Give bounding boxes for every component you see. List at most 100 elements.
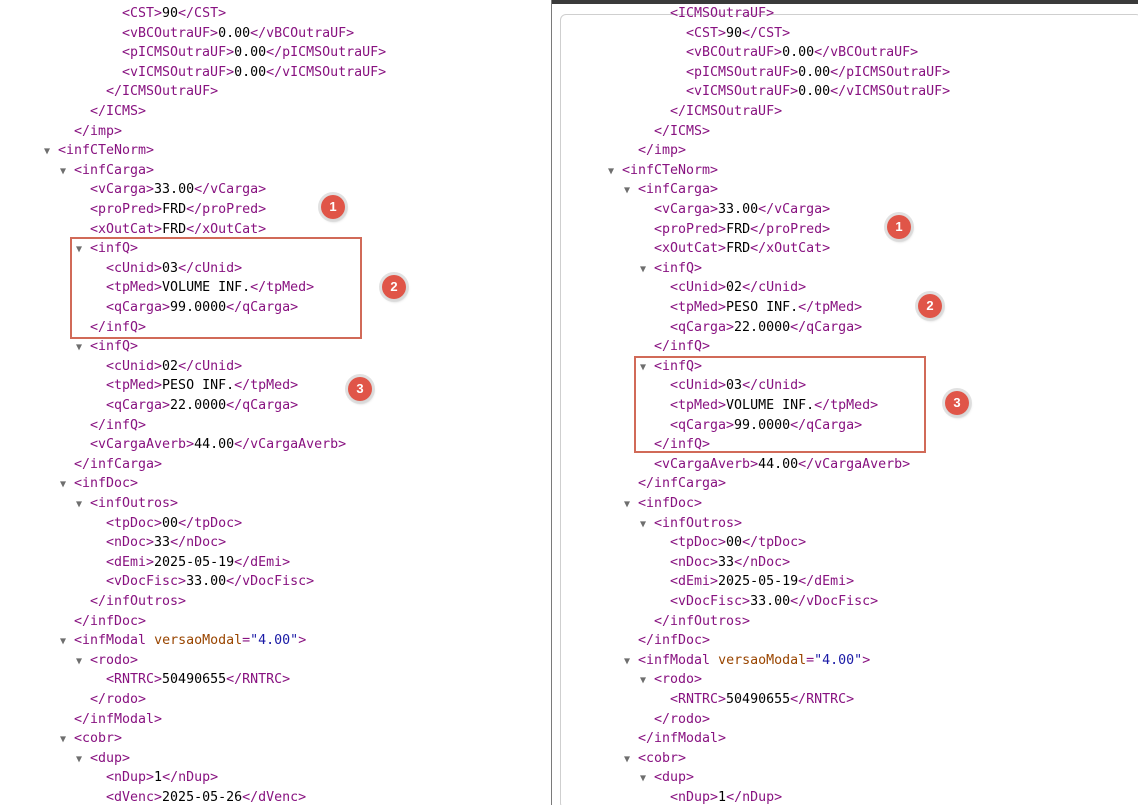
expand-arrow-icon[interactable]: ▼ <box>624 181 638 201</box>
xml-open-tag: </infOutros> <box>90 594 187 609</box>
xml-text-value: FRD <box>162 202 187 217</box>
xml-open-tag: <CST> <box>686 25 727 41</box>
xml-open-tag: <vCargaAverb> <box>654 456 759 472</box>
xml-line: <vCarga>33.00</vCarga> <box>654 200 830 220</box>
right-badge-3: 3 <box>945 391 969 415</box>
xml-line[interactable]: ▼ <infModal versaoModal="4.00"> <box>60 631 306 651</box>
xml-text-value: 22.0000 <box>734 319 791 335</box>
xml-close-tag: </pICMSOutraUF> <box>266 45 387 61</box>
xml-line[interactable]: ▼ <infDoc> <box>624 494 702 514</box>
xml-text-value: 33.00 <box>718 202 759 217</box>
xml-open-tag: <rodo> <box>90 652 139 668</box>
xml-line: </infQ> <box>90 318 146 338</box>
xml-line[interactable]: ▼ <infQ> <box>76 239 138 259</box>
xml-line[interactable]: ▼ <infOutros> <box>76 494 178 514</box>
expand-arrow-icon[interactable]: ▼ <box>76 338 90 358</box>
expand-arrow-icon[interactable]: ▼ <box>60 475 74 495</box>
xml-line[interactable]: ▼ <cobr> <box>624 749 686 769</box>
xml-open-tag: <RNTRC> <box>670 692 727 707</box>
xml-open-tag: </infCarga> <box>74 456 163 472</box>
xml-line[interactable]: ▼ <infOutros> <box>640 514 742 534</box>
xml-open-tag: <infQ> <box>90 241 139 257</box>
expand-arrow-icon[interactable]: ▼ <box>624 750 638 770</box>
xml-line[interactable]: ▼ <infQ> <box>76 337 138 357</box>
xml-open-tag: <dEmi> <box>670 574 719 590</box>
xml-open-tag: </ICMSOutraUF> <box>670 104 783 119</box>
xml-open-tag: <nDup> <box>670 790 719 805</box>
xml-open-tag: <infDoc> <box>74 476 139 492</box>
xml-open-tag: </infCarga> <box>638 476 727 492</box>
xml-open-tag: <cUnid> <box>670 280 727 296</box>
xml-line[interactable]: ▼ <dup> <box>76 749 130 769</box>
expand-arrow-icon[interactable]: ▼ <box>76 240 90 260</box>
expand-arrow-icon[interactable]: ▼ <box>624 495 638 515</box>
xml-line[interactable]: ▼ <dup> <box>640 768 694 788</box>
xml-line[interactable]: ▼ <cobr> <box>60 729 122 749</box>
xml-line[interactable]: ▼ <infCarga> <box>624 180 718 200</box>
xml-line: <vCargaAverb>44.00</vCargaAverb> <box>90 435 346 455</box>
xml-line: <cUnid>02</cUnid> <box>106 357 242 377</box>
xml-open-tag: <qCarga> <box>670 319 735 335</box>
xml-line[interactable]: ▼ <infQ> <box>640 357 702 377</box>
xml-open-tag: <ICMSOutraUF> <box>670 6 775 21</box>
xml-text-value: 00 <box>162 515 179 531</box>
xml-text-value: 50490655 <box>162 672 227 688</box>
xml-text-value: 02 <box>726 280 743 296</box>
xml-open-tag: <infCarga> <box>74 162 155 178</box>
xml-line[interactable]: ▼ <infCTeNorm> <box>44 141 154 161</box>
expand-arrow-icon[interactable]: ▼ <box>640 260 654 280</box>
xml-line: <qCarga>22.0000</qCarga> <box>106 396 298 416</box>
xml-line: <qCarga>99.0000</qCarga> <box>670 416 862 436</box>
xml-line[interactable]: ▼ <rodo> <box>640 670 702 690</box>
xml-close-tag: </nDup> <box>162 770 219 786</box>
xml-line: <CST>90</CST> <box>686 24 790 44</box>
xml-open-tag: <nDup> <box>106 770 155 786</box>
xml-close-tag: </tpDoc> <box>742 535 807 551</box>
expand-arrow-icon[interactable]: ▼ <box>44 142 58 162</box>
xml-line[interactable]: ▼ <infModal versaoModal="4.00"> <box>624 651 870 671</box>
xml-close-tag: </qCarga> <box>226 398 299 413</box>
xml-line: <ICMSOutraUF> <box>670 4 774 24</box>
expand-arrow-icon[interactable]: ▼ <box>60 162 74 182</box>
xml-line: </infOutros> <box>90 592 186 612</box>
xml-close-tag: </tpDoc> <box>178 515 243 531</box>
left-xml-viewer[interactable]: <CST>90</CST> <vBCOutraUF>0.00</vBCOutraU… <box>0 0 551 805</box>
xml-line[interactable]: ▼ <infCTeNorm> <box>608 161 718 181</box>
xml-open-tag: <dup> <box>654 770 695 786</box>
expand-arrow-icon[interactable]: ▼ <box>640 769 654 789</box>
expand-arrow-icon[interactable]: ▼ <box>60 730 74 750</box>
xml-line[interactable]: ▼ <infCarga> <box>60 161 154 181</box>
xml-text-value: 1 <box>718 790 727 805</box>
xml-text-value: 33 <box>718 554 735 570</box>
xml-line: <vDocFisc>33.00</vDocFisc> <box>670 592 878 612</box>
expand-arrow-icon[interactable]: ▼ <box>640 671 654 691</box>
xml-line[interactable]: ▼ <rodo> <box>76 651 138 671</box>
xml-close-tag: </vICMSOutraUF> <box>830 84 951 100</box>
xml-close-tag: </dVenc> <box>242 790 307 805</box>
xml-attr-name: versaoModal <box>154 633 243 649</box>
xml-text-value: 02 <box>162 358 179 374</box>
xml-line: </infOutros> <box>654 612 750 632</box>
xml-close-tag: </vICMSOutraUF> <box>266 64 387 80</box>
expand-arrow-icon[interactable]: ▼ <box>76 495 90 515</box>
xml-line[interactable]: ▼ <infDoc> <box>60 474 138 494</box>
xml-close-tag: </nDup> <box>726 790 783 805</box>
xml-close-tag: </RNTRC> <box>790 692 855 707</box>
expand-arrow-icon[interactable]: ▼ <box>640 358 654 378</box>
expand-arrow-icon[interactable]: ▼ <box>60 632 74 652</box>
expand-arrow-icon[interactable]: ▼ <box>608 162 622 182</box>
xml-line: </rodo> <box>654 710 710 730</box>
expand-arrow-icon[interactable]: ▼ <box>640 515 654 535</box>
xml-open-tag: <vDocFisc> <box>106 574 187 590</box>
xml-close-tag: </CST> <box>178 6 227 21</box>
expand-arrow-icon[interactable]: ▼ <box>76 652 90 672</box>
xml-open-tag: <infDoc> <box>638 496 703 511</box>
left-badge-3: 3 <box>348 377 372 401</box>
xml-close-tag: </proPred> <box>186 202 267 217</box>
right-xml-viewer[interactable]: <ICMSOutraUF> <CST>90</CST> <vBCOutraUF>0.… <box>551 0 1138 805</box>
expand-arrow-icon[interactable]: ▼ <box>76 750 90 770</box>
xml-line: </ICMSOutraUF> <box>670 102 782 122</box>
xml-line: </infQ> <box>90 416 146 436</box>
xml-line[interactable]: ▼ <infQ> <box>640 259 702 279</box>
expand-arrow-icon[interactable]: ▼ <box>624 652 638 672</box>
